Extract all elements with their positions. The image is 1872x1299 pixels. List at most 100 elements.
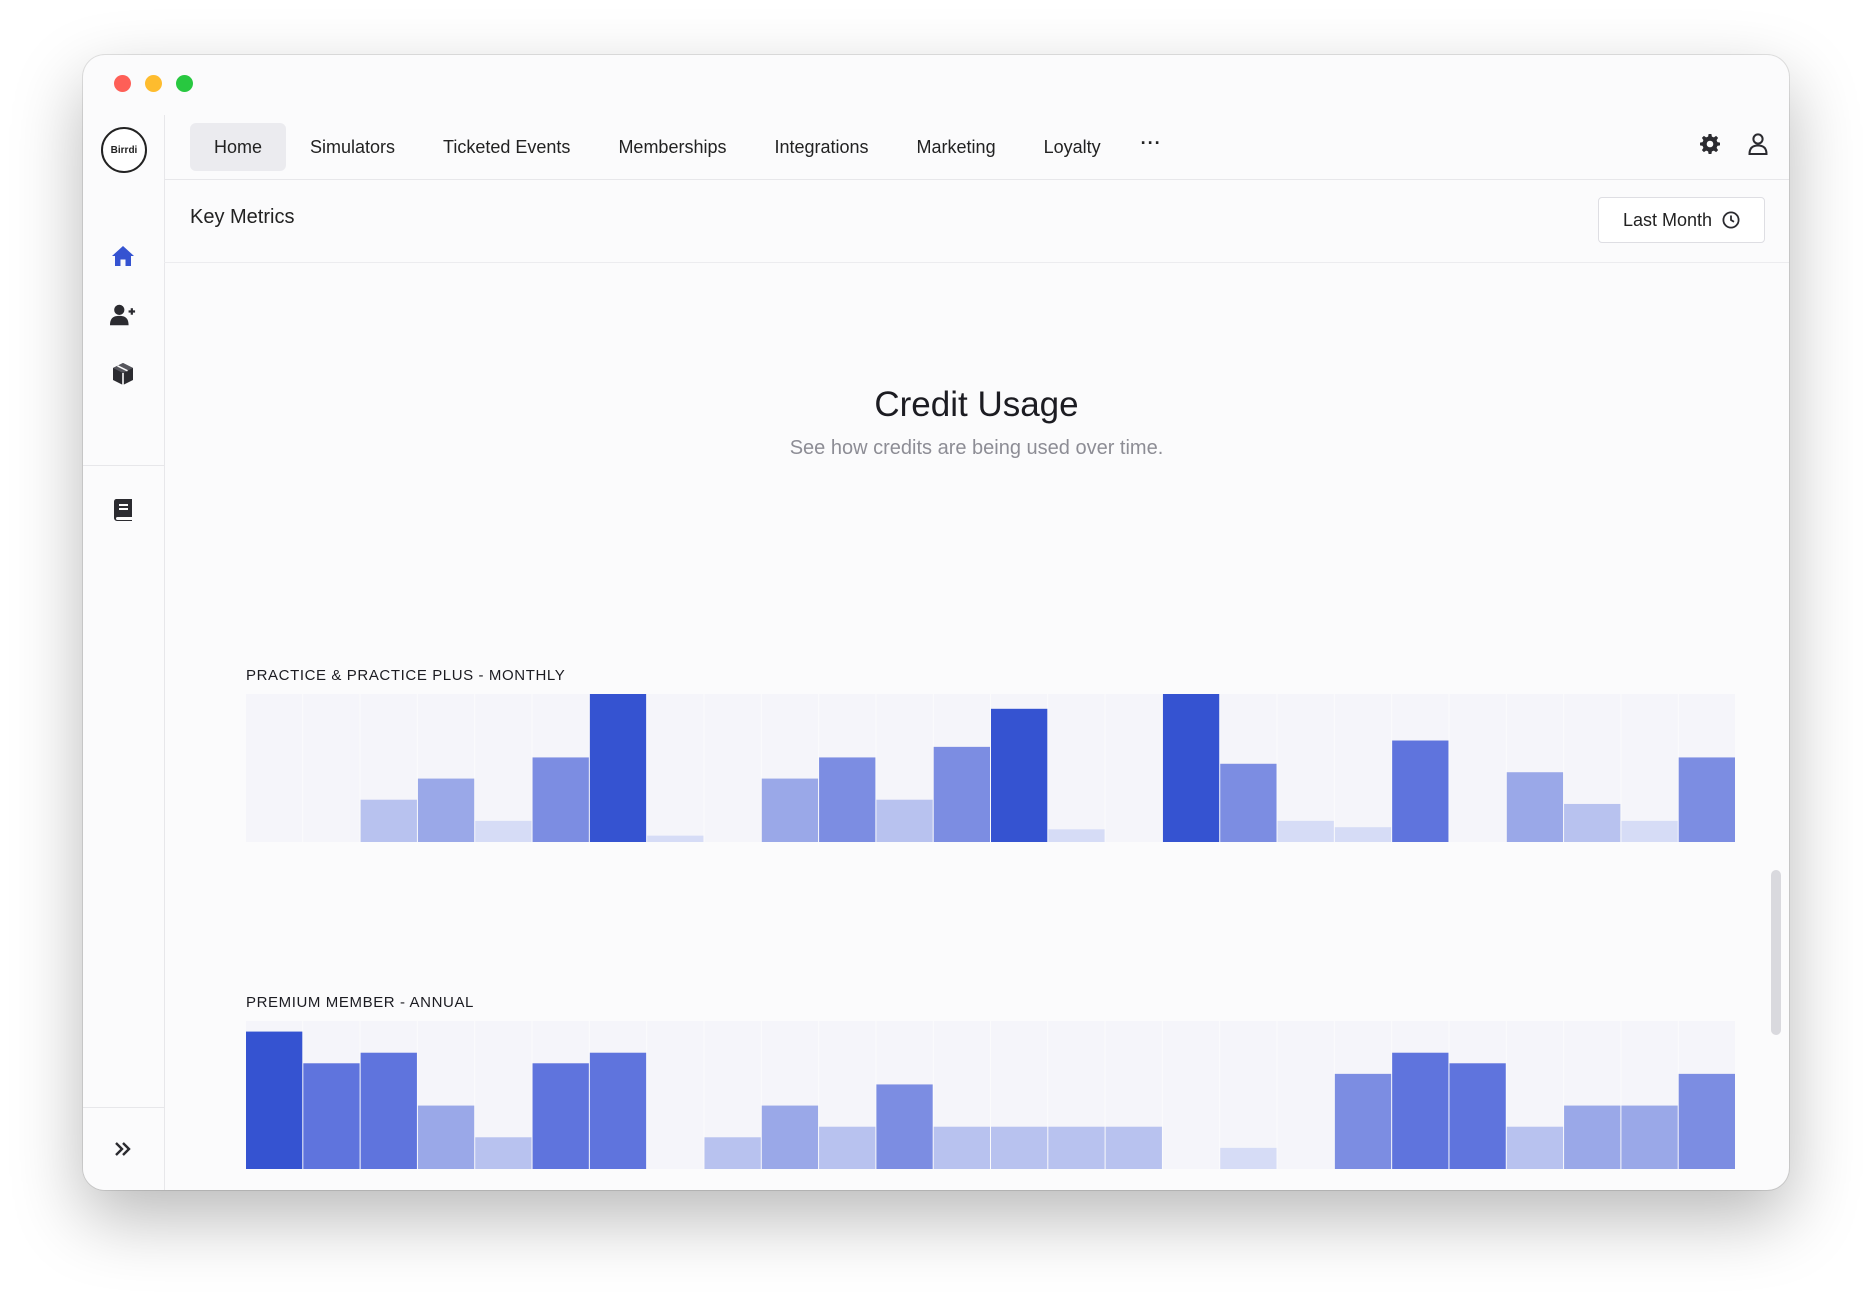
chart-bar[interactable] [991, 708, 1048, 842]
chart-bar[interactable] [1048, 829, 1105, 842]
nav-tabs: Home Simulators Ticketed Events Membersh… [190, 123, 1178, 171]
user-icon[interactable] [1745, 131, 1771, 157]
chart-bar[interactable] [1621, 1105, 1678, 1169]
tab-memberships[interactable]: Memberships [594, 123, 750, 171]
chart-bar[interactable] [1678, 1073, 1735, 1169]
book-icon[interactable] [110, 497, 136, 523]
chart-bar[interactable] [532, 757, 589, 842]
home-icon[interactable] [110, 243, 136, 269]
chart-bar[interactable] [704, 1137, 761, 1169]
chart-bar[interactable] [819, 757, 876, 842]
chart-title: Credit Usage [874, 385, 1079, 424]
chart-bar[interactable] [1334, 827, 1392, 842]
chart-cell [1220, 1021, 1277, 1169]
chart-cell [1048, 694, 1105, 842]
chart-bar[interactable] [1506, 772, 1564, 842]
box-icon[interactable] [110, 361, 136, 387]
chart-cell [1162, 1021, 1220, 1169]
tab-marketing[interactable]: Marketing [893, 123, 1020, 171]
chart-cell [1449, 694, 1506, 842]
chart-cell [647, 1021, 704, 1169]
chart-subtitle: See how credits are being used over time… [789, 437, 1164, 459]
chart-label-practice: PRACTICE & PRACTICE PLUS - MONTHLY [246, 667, 566, 684]
chart-bar[interactable] [475, 1137, 532, 1169]
chart-bar[interactable] [991, 1126, 1048, 1169]
chart-bar[interactable] [246, 1031, 303, 1169]
close-window-button[interactable] [114, 75, 131, 92]
main-content: Credit Usage See how credits are being u… [164, 263, 1789, 1190]
chart-panel-practice: PRACTICE & PRACTICE PLUS - MONTHLY [246, 667, 1736, 844]
chart-bar[interactable] [1220, 763, 1277, 842]
window-controls [114, 75, 193, 92]
tab-loyalty[interactable]: Loyalty [1020, 123, 1125, 171]
chart-bar[interactable] [475, 820, 532, 842]
chart-cell [647, 694, 704, 842]
date-range-label: Last Month [1622, 209, 1712, 230]
chart-bar[interactable] [1392, 740, 1449, 842]
sidebar: Birrdi [83, 115, 165, 1190]
sidebar-divider [83, 465, 164, 466]
practice-credit-chart [246, 694, 1735, 842]
chart-bar[interactable] [933, 746, 990, 842]
chart-bar[interactable] [360, 799, 417, 842]
tab-simulators[interactable]: Simulators [286, 123, 419, 171]
chart-bar[interactable] [1392, 1052, 1449, 1169]
chart-bar[interactable] [589, 1052, 647, 1169]
app-window: Birrdi Home Simulators Ticketed Events M… [83, 55, 1789, 1190]
birrdi-logo[interactable]: Birrdi [101, 127, 147, 173]
chart-bar[interactable] [1277, 820, 1334, 842]
date-range-button[interactable]: Last Month [1597, 197, 1765, 243]
chart-cell [1334, 694, 1392, 842]
chart-cell [475, 694, 532, 842]
chart-bar[interactable] [761, 778, 819, 842]
premium-credit-chart [246, 1021, 1735, 1169]
chart-bar[interactable] [417, 1105, 475, 1169]
chart-bar[interactable] [876, 799, 933, 842]
chart-bar[interactable] [360, 1052, 417, 1169]
more-tabs-button[interactable]: ··· [1125, 123, 1178, 171]
tab-integrations[interactable]: Integrations [750, 123, 892, 171]
add-user-icon[interactable] [110, 302, 136, 328]
vertical-scrollbar[interactable] [1771, 870, 1781, 1035]
chart-bar[interactable] [589, 694, 647, 842]
chart-bar[interactable] [1334, 1073, 1392, 1169]
clock-icon [1722, 211, 1740, 229]
chart-bar[interactable] [1564, 1105, 1621, 1169]
chart-cell [1105, 694, 1162, 842]
chart-bar[interactable] [876, 1084, 933, 1169]
chart-bar[interactable] [1506, 1126, 1564, 1169]
nav-right-actions [1697, 131, 1771, 157]
chart-bar[interactable] [417, 778, 475, 842]
maximize-window-button[interactable] [176, 75, 193, 92]
top-navigation: Home Simulators Ticketed Events Membersh… [164, 115, 1789, 180]
chart-bar[interactable] [933, 1126, 990, 1169]
chart-panel-premium: PREMIUM MEMBER - ANNUAL [246, 994, 1736, 1171]
chart-bar[interactable] [1449, 1063, 1506, 1169]
chart-bar[interactable] [1621, 820, 1678, 842]
chart-cell [303, 694, 360, 842]
chart-label-premium: PREMIUM MEMBER - ANNUAL [246, 994, 474, 1011]
chart-bar[interactable] [1048, 1126, 1105, 1169]
chart-cell [1277, 1021, 1334, 1169]
minimize-window-button[interactable] [145, 75, 162, 92]
chart-bar[interactable] [1162, 694, 1220, 842]
chart-cell [704, 694, 761, 842]
sidebar-bottom-divider [83, 1107, 164, 1108]
chart-bar[interactable] [1220, 1147, 1277, 1169]
chart-cell [1277, 694, 1334, 842]
tab-home[interactable]: Home [190, 123, 287, 171]
chart-cell [246, 694, 303, 842]
double-chevron-right-icon[interactable] [110, 1136, 136, 1162]
chart-bar[interactable] [761, 1105, 819, 1169]
page-title: Key Metrics [190, 206, 295, 228]
chart-bar[interactable] [1564, 803, 1621, 842]
chart-bar[interactable] [647, 835, 704, 842]
chart-bar[interactable] [1105, 1126, 1162, 1169]
chart-bar[interactable] [1678, 757, 1735, 842]
chart-bar[interactable] [532, 1063, 589, 1169]
chart-cell [1621, 694, 1678, 842]
chart-bar[interactable] [303, 1063, 360, 1169]
gear-icon[interactable] [1697, 131, 1723, 157]
chart-bar[interactable] [819, 1126, 876, 1169]
tab-ticketed-events[interactable]: Ticketed Events [419, 123, 594, 171]
